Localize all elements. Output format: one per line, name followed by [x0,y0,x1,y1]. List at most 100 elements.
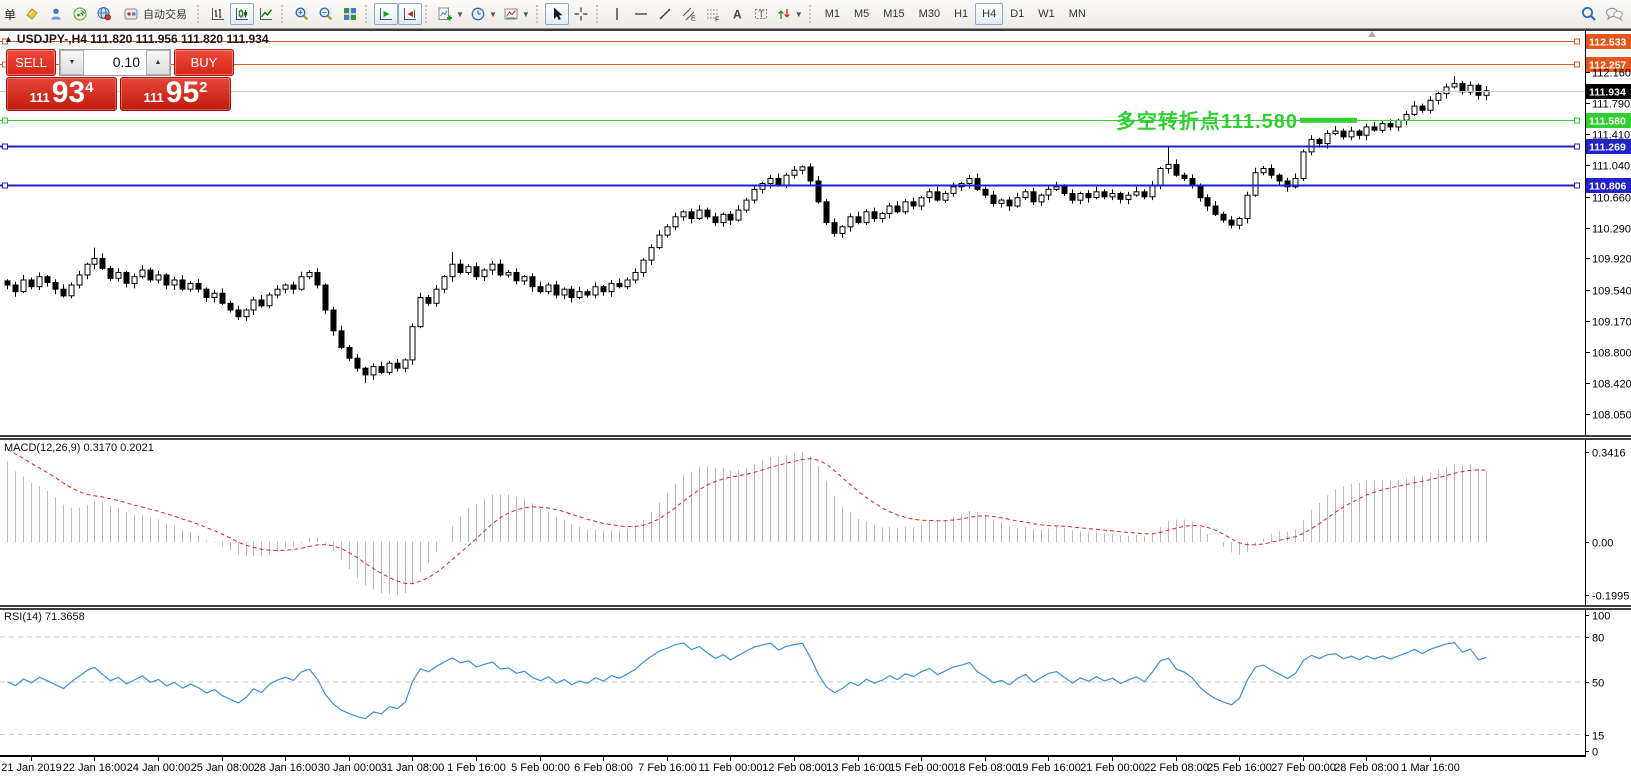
auto-scroll-icon [378,6,394,22]
candle [1427,99,1434,111]
template-icon [503,6,519,22]
buy-price-display[interactable]: 111 95 2 [120,77,231,111]
buy-button[interactable]: BUY [174,49,234,76]
candle [489,263,496,271]
candlestick-chart-button[interactable] [230,3,255,25]
crosshair-button[interactable] [569,3,593,25]
market-button[interactable] [92,3,116,25]
timeframe-w1[interactable]: W1 [1031,3,1062,25]
candle [783,174,790,186]
sell-button[interactable]: SELL [6,49,56,76]
timeframe-m1[interactable]: M1 [818,3,847,25]
price-axis-label: 108.800 [1592,348,1631,360]
line-handle[interactable] [1574,117,1580,124]
vertical-line-button[interactable] [605,3,629,25]
chart-shift-marker[interactable] [1368,31,1376,37]
candle [370,366,377,376]
search-button[interactable] [1577,3,1601,25]
timeframe-m30[interactable]: M30 [912,3,947,25]
line-handle[interactable] [1574,61,1580,68]
new-order-button[interactable] [20,3,44,25]
timeframe-h4[interactable]: H4 [975,3,1004,25]
timeframe-d1[interactable]: D1 [1003,3,1031,25]
chart-canvas[interactable]: 112.533112.257111.934111.580111.269110.8… [0,0,1631,776]
text-button[interactable]: A [725,3,749,25]
macd-axis-label: 0.00 [1592,538,1613,550]
sell-price-display[interactable]: 111 93 4 [6,77,117,111]
templates-button[interactable]: ▼ [500,3,533,25]
candle [282,284,289,290]
candle [1228,219,1235,226]
zoom-out-button[interactable] [314,3,338,25]
time-axis-line[interactable] [0,755,1586,757]
timeframe-mn[interactable]: MN [1062,3,1093,25]
horizontal-line-button[interactable] [629,3,653,25]
volume-increase-button[interactable]: ▲ [146,50,170,75]
chart-shift-button[interactable] [398,3,423,25]
trendline-button[interactable] [653,3,677,25]
candle [1117,193,1124,200]
time-axis-label: 15 Feb 00:00 [889,762,954,774]
candle [266,294,273,307]
candle [12,284,19,293]
zoom-in-button[interactable] [290,3,314,25]
candle [187,282,194,290]
community-button[interactable] [44,3,68,25]
turning-point-annotation[interactable]: 多空转折点111.580 [1080,105,1298,134]
candle [179,279,186,290]
line-chart-button[interactable] [254,3,278,25]
timeframe-m5[interactable]: M5 [847,3,876,25]
candle [362,367,369,376]
candle [1252,172,1259,196]
timeframe-h1[interactable]: H1 [947,3,975,25]
candle [52,282,59,290]
timeframe-m15[interactable]: M15 [876,3,911,25]
text-label-button[interactable]: T [749,3,773,25]
orders-label[interactable]: 单 [4,6,16,23]
signals-button[interactable] [68,3,92,25]
pane-splitter-macd[interactable] [0,435,1631,440]
candle [799,166,806,171]
autotrade-button[interactable]: 自动交易 [116,3,194,25]
candle [386,362,393,373]
candle [425,297,432,304]
arrows-button[interactable]: ▼ [773,3,806,25]
price-axis-label: 110.290 [1592,224,1631,236]
candle [1387,123,1394,128]
candle [1316,138,1323,145]
panel-toggle-icon[interactable]: ▲ [4,34,13,44]
buy-price-sup: 2 [199,79,208,96]
candle [1197,184,1204,199]
bar-chart-button[interactable] [206,3,230,25]
tile-windows-button[interactable] [338,3,362,25]
line-handle[interactable] [1574,143,1580,150]
line-handle[interactable] [2,117,8,124]
candle [894,205,901,213]
candle [20,279,27,293]
volume-value[interactable]: 0.10 [84,50,146,75]
candle [529,276,536,288]
pane-splitter-rsi[interactable] [0,605,1631,610]
new-chart-button[interactable]: ▼ [434,3,467,25]
auto-scroll-button[interactable] [374,3,399,25]
price-axis-label: 112.160 [1592,68,1631,80]
fibonacci-button[interactable]: F [701,3,725,25]
candle [107,267,114,279]
turning-point-segment[interactable] [1300,117,1357,123]
line-handle[interactable] [1574,38,1580,45]
chat-button[interactable] [1601,3,1627,25]
toolbar-grip [535,5,540,23]
equidistant-channel-button[interactable]: E [677,3,701,25]
candle [1030,191,1037,203]
time-axis-label: 19 Feb 16:00 [1016,762,1081,774]
cursor-button[interactable] [544,3,569,25]
candle [322,284,329,311]
candle [632,272,639,281]
line-handle[interactable] [1574,182,1580,189]
candle [68,284,75,297]
volume-decrease-button[interactable]: ▼ [60,50,84,75]
candle [982,188,989,196]
periods-button[interactable]: ▼ [467,3,500,25]
line-handle[interactable] [2,182,8,189]
line-handle[interactable] [2,143,8,150]
